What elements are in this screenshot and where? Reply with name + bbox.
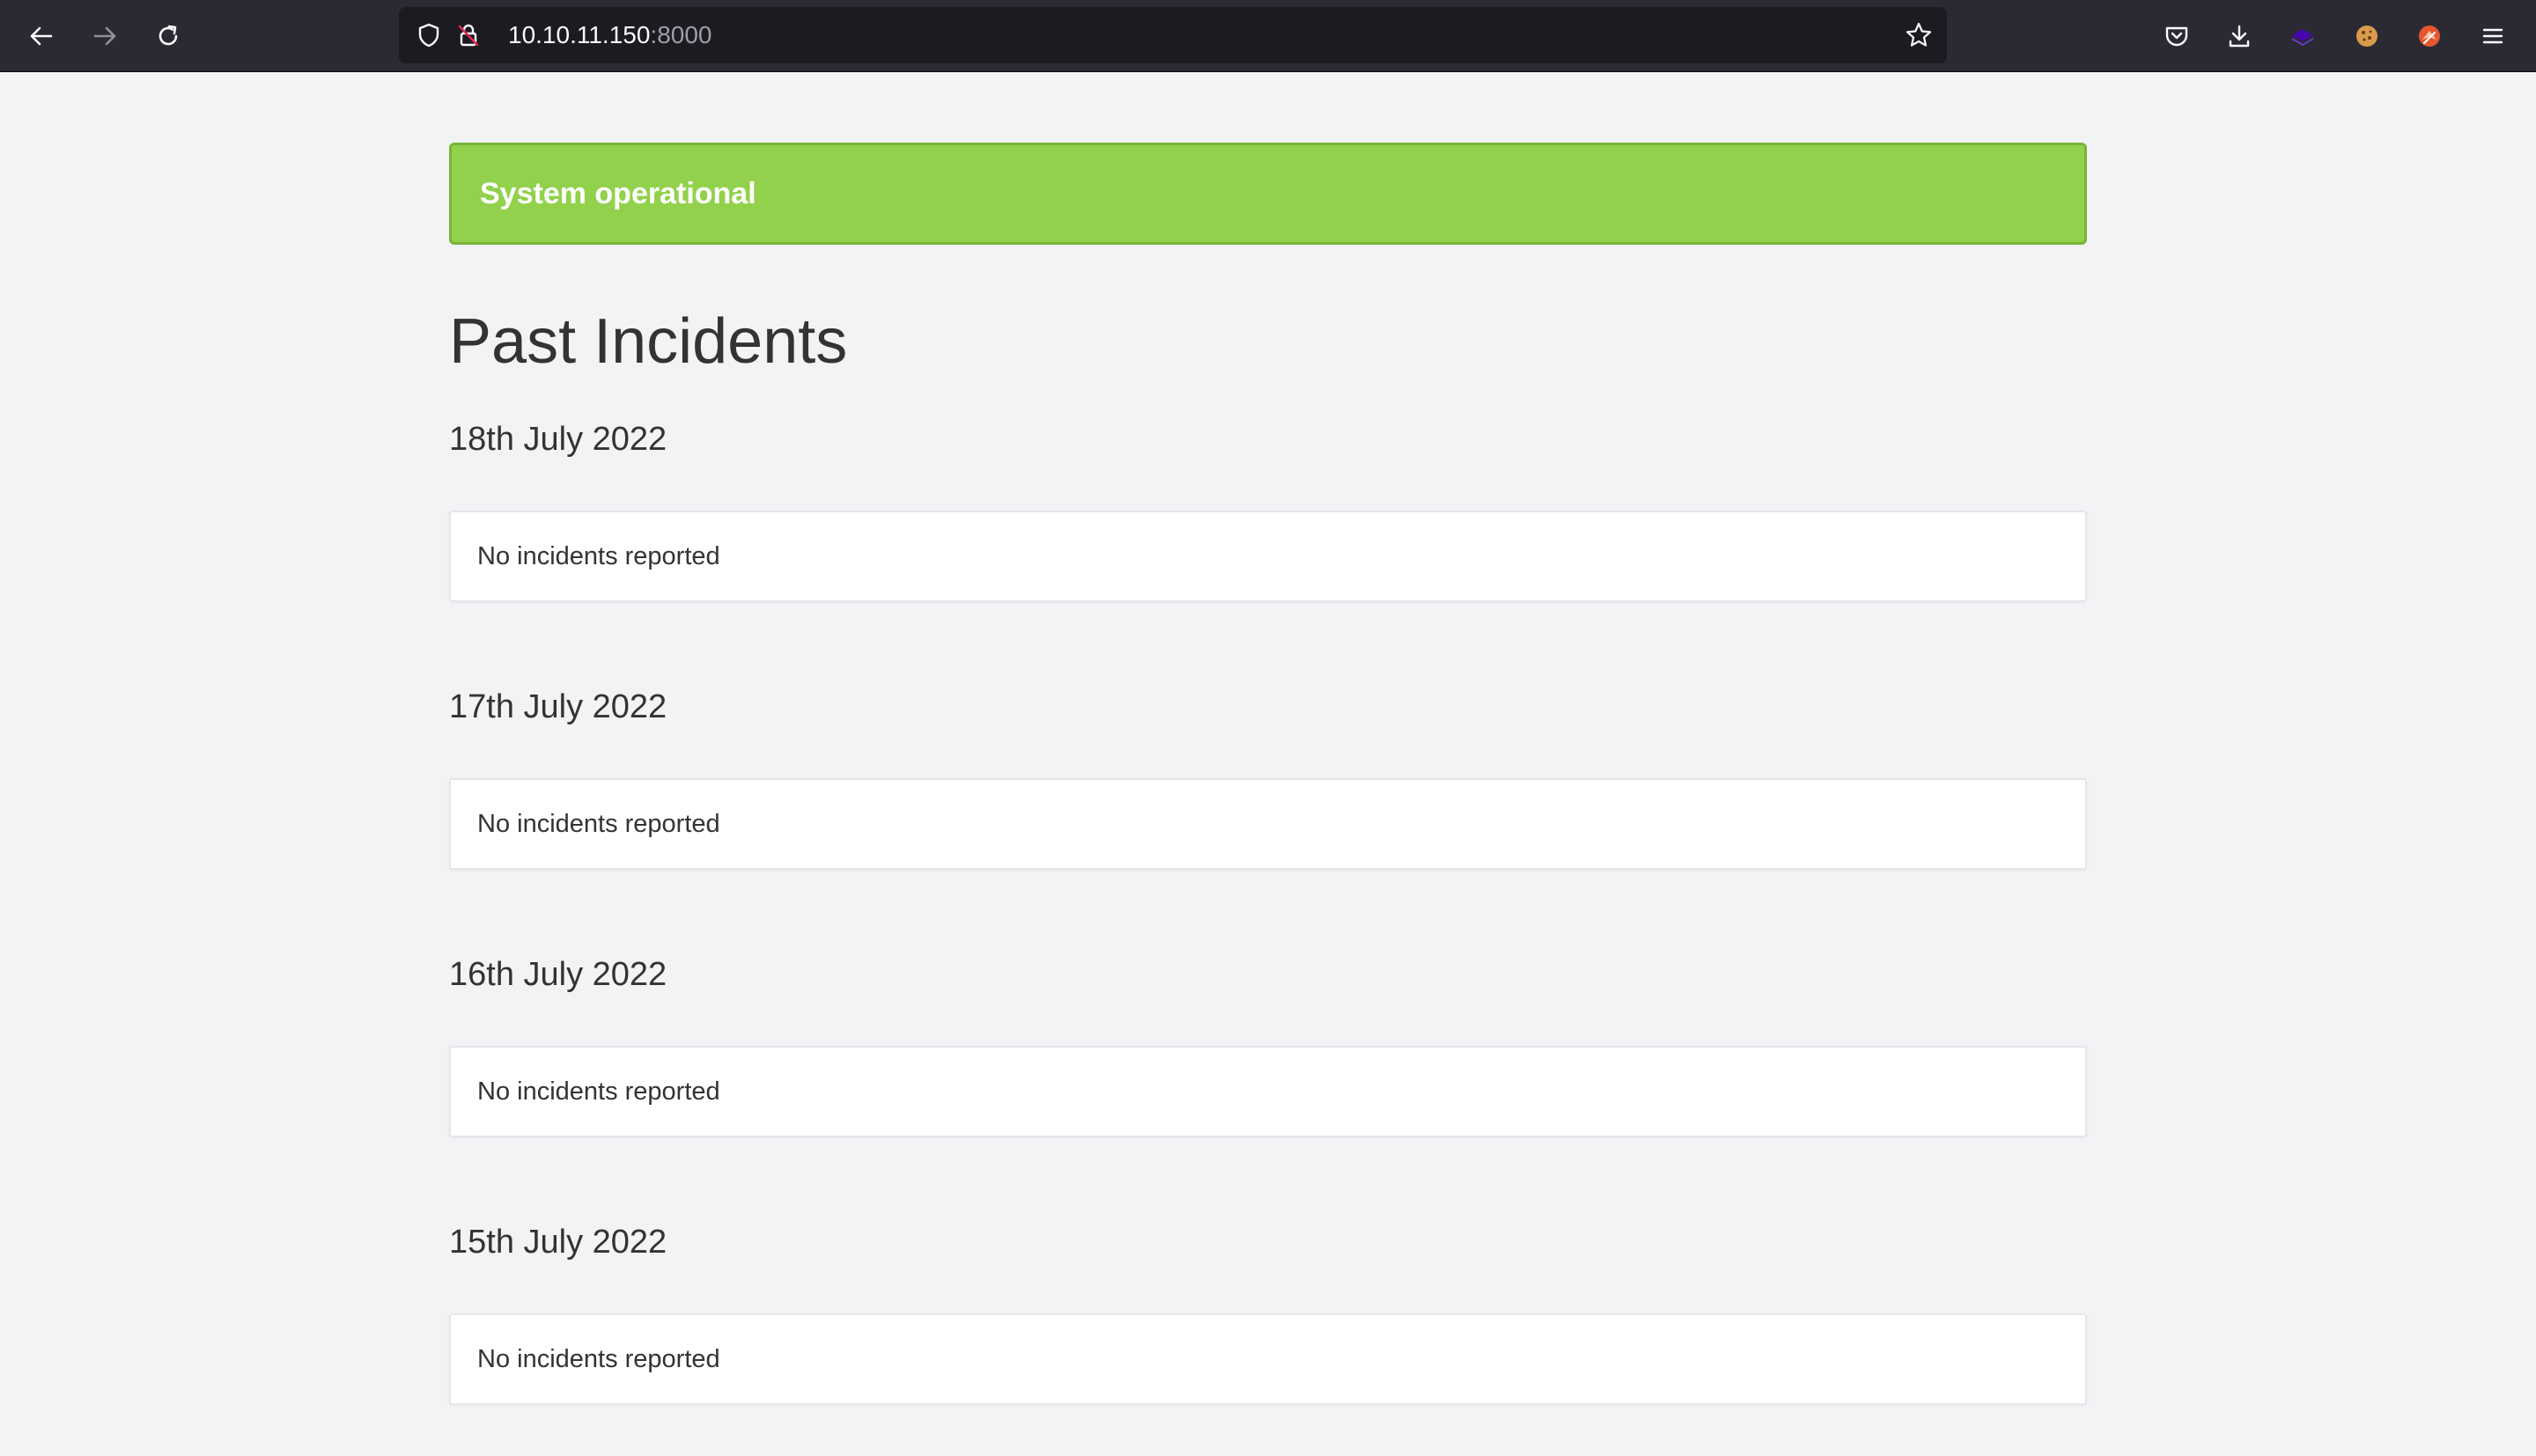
pocket-button[interactable] [2158, 18, 2195, 55]
cookie-icon [2356, 26, 2378, 47]
fox-icon [2419, 26, 2440, 47]
tracking-protection-button[interactable] [410, 17, 447, 54]
browser-toolbar: 10.10.11.150:8000 [0, 0, 2536, 72]
status-text: System operational [480, 177, 756, 210]
address-bar[interactable]: 10.10.11.150:8000 [399, 7, 1947, 63]
incident-card: No incidents reported [449, 1046, 2087, 1137]
app-menu-button[interactable] [2474, 18, 2511, 55]
incident-date: 18th July 2022 [449, 421, 667, 458]
extension-cookie-button[interactable] [2348, 18, 2385, 55]
wappalyzer-icon [2292, 29, 2313, 46]
extension-wappalyzer-button[interactable] [2284, 18, 2321, 55]
reload-button[interactable] [150, 18, 187, 55]
incident-card: No incidents reported [449, 1313, 2087, 1405]
hamburger-menu-icon [2482, 28, 2503, 44]
page-title: Past Incidents [449, 306, 848, 377]
download-icon [2229, 25, 2250, 48]
incident-card: No incidents reported [449, 511, 2087, 602]
forward-arrow-icon [93, 26, 116, 46]
incident-message: No incidents reported [477, 542, 720, 570]
bookmark-button[interactable] [1900, 17, 1937, 54]
url-host: 10.10.11.150 [508, 21, 651, 48]
downloads-button[interactable] [2221, 18, 2258, 55]
extension-foxyproxy-button[interactable] [2411, 18, 2448, 55]
url-port: :8000 [650, 21, 712, 48]
pocket-icon [2165, 26, 2188, 47]
incident-message: No incidents reported [477, 1077, 720, 1106]
star-icon [1906, 22, 1932, 47]
reload-icon [158, 25, 178, 46]
connection-info-button[interactable] [450, 17, 487, 54]
incident-date: 15th July 2022 [449, 1224, 667, 1261]
incident-message: No incidents reported [477, 810, 720, 838]
incident-date: 16th July 2022 [449, 956, 667, 993]
status-banner: System operational [449, 143, 2087, 245]
shield-icon [418, 23, 439, 48]
incident-card: No incidents reported [449, 778, 2087, 870]
back-arrow-icon [30, 26, 53, 46]
url-text[interactable]: 10.10.11.150:8000 [508, 7, 712, 63]
back-button[interactable] [23, 18, 60, 55]
incident-message: No incidents reported [477, 1345, 720, 1373]
incident-date: 17th July 2022 [449, 688, 667, 725]
forward-button[interactable] [86, 18, 123, 55]
insecure-lock-icon [458, 24, 479, 47]
